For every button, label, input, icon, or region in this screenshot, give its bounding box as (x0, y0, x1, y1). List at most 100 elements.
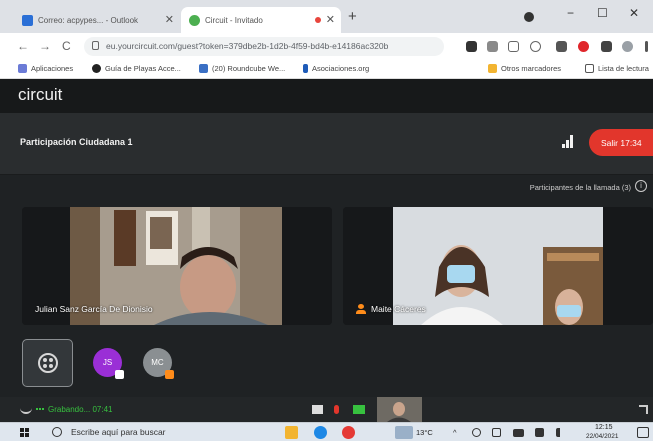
bookmark-star-icon[interactable] (530, 41, 541, 52)
fullscreen-icon[interactable] (639, 405, 648, 414)
call-stage: Participantes de la llamada (3) i Julian… (0, 175, 653, 397)
windows-taskbar: Escribe aquí para buscar 13°C ^ 12:15 22… (0, 422, 653, 441)
file-explorer-icon[interactable] (285, 426, 298, 439)
onedrive-icon[interactable] (492, 428, 501, 437)
search-icon (52, 427, 62, 437)
url-text[interactable]: eu.yourcircuit.com/guest?token=379dbe2b-… (106, 41, 388, 51)
maximize-button[interactable]: ☐ (597, 6, 608, 20)
new-tab-button[interactable]: + (348, 8, 357, 25)
tab-circuit-title: Circuit - Invitado (205, 15, 263, 25)
video-tile-maite[interactable]: Maite Cáceres (343, 207, 653, 325)
bookmark-other[interactable]: Otros marcadores (488, 64, 561, 73)
circuit-logo: circuit (18, 85, 63, 104)
address-bar[interactable]: eu.yourcircuit.com/guest?token=379dbe2b-… (84, 37, 444, 56)
participants-label[interactable]: Participantes de la llamada (3) (530, 183, 631, 192)
app-header: circuit (0, 79, 653, 113)
leave-call-label: Salir 17:34 (601, 137, 642, 148)
back-button[interactable]: ← (17, 39, 29, 53)
tray-chevron-icon[interactable]: ^ (453, 428, 457, 437)
close-tab-icon[interactable]: ✕ (326, 13, 335, 26)
bookmark-roundcube[interactable]: (20) Roundcube We... (199, 64, 285, 73)
outlook-icon (22, 15, 33, 26)
reading-list-icon (585, 64, 594, 73)
profile-icon[interactable] (524, 12, 534, 22)
leave-call-button[interactable]: Salir 17:34 (589, 129, 653, 156)
recording-indicator-icon (36, 408, 44, 417)
wifi-icon[interactable] (535, 428, 544, 437)
reload-button[interactable]: C (62, 39, 71, 53)
participant-list-icon[interactable] (20, 405, 32, 414)
recording-status: Grabando... 07:41 (48, 405, 113, 414)
bookmark-label: Asociaciones.org (312, 64, 370, 73)
roundcube-icon (199, 64, 208, 73)
screen-share-icon[interactable] (312, 405, 323, 414)
clock-time[interactable]: 12:15 (595, 424, 613, 431)
bookmark-label: Guía de Playas Acce... (105, 64, 181, 73)
tab-circuit[interactable]: Circuit - Invitado ✕ (181, 7, 341, 33)
call-title: Participación Ciudadana 1 (20, 137, 133, 147)
bookmark-label: (20) Roundcube We... (212, 64, 286, 73)
share-icon[interactable] (508, 41, 519, 52)
participant-name-text: Maite Cáceres (371, 304, 426, 314)
circuit-icon (189, 15, 200, 26)
participant-name-julian: Julian Sanz García De Dionisio (35, 304, 153, 314)
avatar-js[interactable]: JS (93, 348, 124, 379)
avatar-mc[interactable]: MC (143, 348, 174, 379)
taskbar-search-input[interactable]: Escribe aquí para buscar (71, 427, 166, 437)
bookmark-label: Otros marcadores (501, 64, 562, 73)
participant-name-text: Julian Sanz García De Dionisio (35, 304, 153, 314)
recording-dot-icon (315, 17, 321, 23)
info-icon[interactable]: i (635, 180, 647, 192)
bookmarks-bar: Aplicaciones Guía de Playas Acce... (20)… (0, 60, 653, 79)
bookmark-label: Lista de lectura (598, 64, 649, 73)
browser-toolbar: ← → C eu.yourcircuit.com/guest?token=379… (0, 33, 653, 60)
chrome-icon[interactable] (342, 426, 355, 439)
signal-strength-icon[interactable] (562, 135, 576, 148)
microphone-muted-icon[interactable] (334, 405, 339, 414)
tab-outlook-title: Correo: acpypes... - Outlook (38, 15, 139, 25)
avatar-initials: JS (102, 358, 113, 367)
menu-icon[interactable] (645, 41, 648, 52)
browser-tab-strip: Correo: acpypes... - Outlook ✕ Circuit -… (0, 0, 653, 33)
volume-icon[interactable] (556, 428, 566, 437)
edge-icon[interactable] (314, 426, 327, 439)
weather-icon[interactable] (395, 426, 413, 439)
account-icon[interactable] (622, 41, 633, 52)
presenter-badge-icon (165, 370, 174, 379)
self-view-thumbnail[interactable] (377, 397, 422, 422)
folder-icon (488, 64, 497, 73)
bookmark-asociaciones[interactable]: Asociaciones.org (303, 64, 369, 73)
lock-icon (92, 41, 99, 50)
camera-icon[interactable] (353, 405, 365, 414)
notifications-icon[interactable] (637, 427, 649, 438)
avatar-initials: MC (151, 358, 164, 367)
minimize-button[interactable]: − (567, 6, 574, 20)
close-tab-icon[interactable]: ✕ (165, 13, 174, 26)
temperature[interactable]: 13°C (416, 428, 433, 437)
windows-start-icon[interactable] (20, 428, 29, 437)
video-tile-julian[interactable]: Julian Sanz García De Dionisio (22, 207, 332, 325)
translate-icon[interactable] (487, 41, 498, 52)
self-view-feed (377, 397, 422, 422)
clock-date[interactable]: 22/04/2021 (586, 433, 619, 440)
opera-icon[interactable] (578, 41, 589, 52)
camera-off-icon (115, 370, 124, 379)
extension-icon[interactable] (556, 41, 567, 52)
close-window-button[interactable]: ✕ (629, 6, 639, 20)
asociaciones-icon (303, 64, 308, 73)
bookmark-playas[interactable]: Guía de Playas Acce... (92, 64, 181, 73)
participant-name-maite: Maite Cáceres (356, 304, 426, 314)
network-icon[interactable] (472, 428, 481, 437)
apps-grid-icon (18, 64, 27, 73)
tab-outlook[interactable]: Correo: acpypes... - Outlook ✕ (14, 7, 180, 33)
cast-icon[interactable] (466, 41, 477, 52)
grid-dots-icon (38, 353, 58, 373)
puzzle-icon[interactable] (601, 41, 612, 52)
call-controls: Grabando... 07:41 (0, 397, 653, 422)
forward-button[interactable]: → (39, 39, 51, 53)
bookmark-apps[interactable]: Aplicaciones (18, 64, 73, 73)
bookmark-reading-list[interactable]: Lista de lectura (585, 64, 649, 73)
layout-grid-button[interactable] (22, 339, 73, 387)
bookmark-label: Aplicaciones (31, 64, 74, 73)
battery-icon[interactable] (513, 429, 524, 437)
